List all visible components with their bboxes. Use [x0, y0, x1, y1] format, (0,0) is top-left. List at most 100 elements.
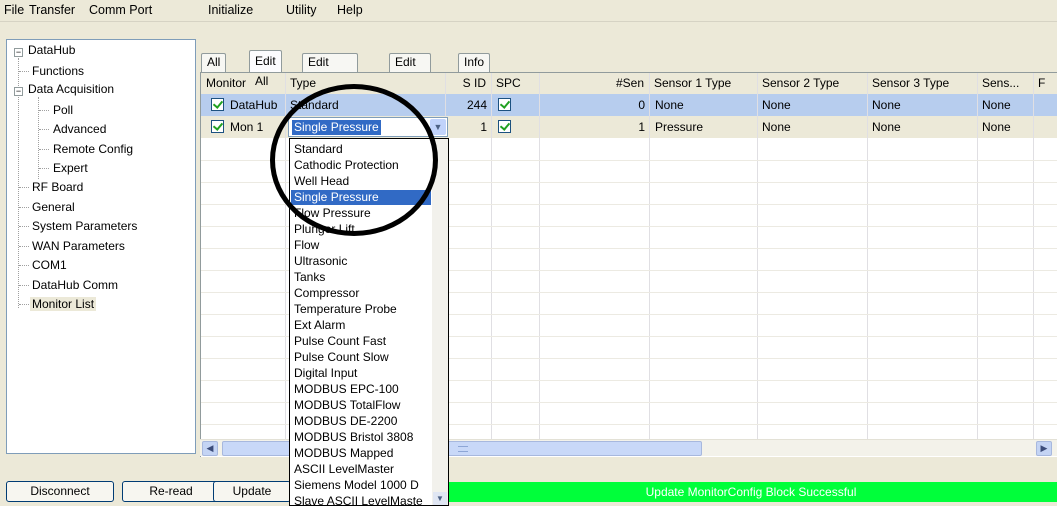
tab-edit-sensors[interactable]: Edit Sensors — [302, 53, 359, 86]
tree-connector — [39, 168, 49, 169]
column-divider — [649, 73, 650, 439]
tree-connector — [19, 304, 29, 305]
cell-sid[interactable]: 1 — [445, 116, 487, 138]
menu-file[interactable]: File — [4, 3, 24, 17]
column-divider — [539, 73, 540, 439]
cell-num-sensors[interactable]: 1 — [539, 116, 645, 138]
column-header-sid[interactable]: S ID — [445, 73, 491, 94]
tree-item-functions[interactable]: Functions — [32, 64, 84, 78]
scroll-left-icon[interactable]: ◀ — [202, 441, 218, 456]
menu-initialize[interactable]: Initialize — [208, 3, 253, 17]
menu-transfer[interactable]: Transfer — [29, 3, 75, 17]
navigation-tree[interactable]: − DataHub Functions − Data Acquisition P… — [6, 39, 196, 454]
menu-comm-port[interactable]: Comm Port — [89, 3, 152, 17]
tab-edit-all[interactable]: Edit All — [249, 50, 282, 88]
collapse-icon[interactable]: − — [14, 48, 23, 57]
update-button[interactable]: Update — [213, 481, 291, 502]
dropdown-option[interactable]: ASCII LevelMaster — [291, 462, 431, 477]
cell-sid[interactable]: 244 — [445, 94, 487, 116]
column-header-type[interactable]: Type — [285, 73, 445, 94]
dropdown-option[interactable]: Flow Pressure — [291, 206, 431, 221]
tree-connector — [19, 285, 29, 286]
dropdown-option[interactable]: Flow — [291, 238, 431, 253]
dropdown-option[interactable]: Pulse Count Fast — [291, 334, 431, 349]
spc-checkbox[interactable] — [498, 120, 511, 133]
cell-sensor4-type[interactable]: None — [982, 116, 1032, 138]
table-row[interactable]: DataHub Standard 244 0 None None None No… — [201, 94, 1057, 116]
spc-checkbox[interactable] — [498, 98, 511, 111]
column-header-sensor1-type[interactable]: Sensor 1 Type — [649, 73, 757, 94]
column-header-sensor3-type[interactable]: Sensor 3 Type — [867, 73, 977, 94]
cell-sensor1-type[interactable]: None — [655, 94, 755, 116]
tree-item-system-parameters[interactable]: System Parameters — [32, 219, 137, 233]
column-divider — [867, 73, 868, 439]
tree-item-wan-parameters[interactable]: WAN Parameters — [32, 239, 125, 253]
dropdown-option[interactable]: Well Head — [291, 174, 431, 189]
dropdown-option[interactable]: MODBUS Bristol 3808 — [291, 430, 431, 445]
dropdown-option[interactable]: Digital Input — [291, 366, 431, 381]
dropdown-option[interactable]: MODBUS TotalFlow — [291, 398, 431, 413]
tab-info[interactable]: Info — [458, 53, 491, 72]
status-message: Update MonitorConfig Block Successful — [445, 482, 1057, 502]
tree-connector — [39, 110, 49, 111]
cell-type[interactable]: Standard — [290, 94, 440, 116]
scroll-down-icon[interactable]: ▼ — [433, 492, 447, 505]
cell-sensor3-type[interactable]: None — [872, 94, 972, 116]
dropdown-scrollbar[interactable]: ▼ — [432, 139, 448, 505]
tab-all[interactable]: All — [201, 53, 227, 72]
dropdown-option[interactable]: Compressor — [291, 286, 431, 301]
tree-item-rf-board[interactable]: RF Board — [32, 180, 83, 194]
cell-sensor1-type[interactable]: Pressure — [655, 116, 755, 138]
disconnect-button[interactable]: Disconnect — [6, 481, 114, 502]
type-combobox[interactable]: Single Pressure ▼ — [288, 117, 448, 137]
column-header-monitor[interactable]: Monitor — [201, 73, 285, 94]
reread-button[interactable]: Re-read — [122, 481, 220, 502]
tree-item-general[interactable]: General — [32, 200, 75, 214]
column-header-num-sensors[interactable]: #Sen — [539, 73, 649, 94]
cell-sensor2-type[interactable]: None — [762, 94, 862, 116]
column-header-truncated[interactable]: F — [1033, 73, 1057, 94]
cell-sensor4-type[interactable]: None — [982, 94, 1032, 116]
cell-sensor3-type[interactable]: None — [872, 116, 972, 138]
column-divider — [491, 73, 492, 439]
dropdown-option[interactable]: Standard — [291, 142, 431, 157]
dropdown-option[interactable]: Plunger Lift — [291, 222, 431, 237]
monitor-checkbox[interactable] — [211, 98, 224, 111]
dropdown-option[interactable]: MODBUS DE-2200 — [291, 414, 431, 429]
chevron-down-icon[interactable]: ▼ — [430, 119, 446, 135]
tab-edit-other[interactable]: Edit Other — [389, 53, 432, 86]
dropdown-option[interactable]: Temperature Probe — [291, 302, 431, 317]
dropdown-option[interactable]: Ultrasonic — [291, 254, 431, 269]
collapse-icon[interactable]: − — [14, 87, 23, 96]
dropdown-option[interactable]: Cathodic Protection — [291, 158, 431, 173]
tree-item-expert[interactable]: Expert — [53, 161, 88, 175]
menu-help[interactable]: Help — [337, 3, 363, 17]
tree-item-advanced[interactable]: Advanced — [53, 122, 106, 136]
cell-sensor2-type[interactable]: None — [762, 116, 862, 138]
tree-item-datahub[interactable]: DataHub — [28, 43, 75, 57]
column-header-sensor2-type[interactable]: Sensor 2 Type — [757, 73, 867, 94]
scroll-right-icon[interactable]: ▶ — [1036, 441, 1052, 456]
type-dropdown-list[interactable]: Standard Cathodic Protection Well Head S… — [289, 138, 449, 506]
tree-item-com1[interactable]: COM1 — [32, 258, 67, 272]
dropdown-option[interactable]: Ext Alarm — [291, 318, 431, 333]
dropdown-option[interactable]: Tanks — [291, 270, 431, 285]
dropdown-option[interactable]: MODBUS Mapped — [291, 446, 431, 461]
dropdown-option[interactable]: Siemens Model 1000 D — [291, 478, 431, 493]
tree-item-remote-config[interactable]: Remote Config — [53, 142, 133, 156]
type-combobox-value[interactable]: Single Pressure — [292, 120, 381, 135]
tree-item-datahub-comm[interactable]: DataHub Comm — [32, 278, 118, 292]
tree-connector — [39, 149, 49, 150]
tree-item-data-acquisition[interactable]: Data Acquisition — [28, 82, 114, 96]
menu-utility[interactable]: Utility — [286, 3, 317, 17]
dropdown-option[interactable]: Slave ASCII LevelMaste — [291, 494, 431, 505]
column-header-spc[interactable]: SPC — [491, 73, 539, 94]
dropdown-option-selected[interactable]: Single Pressure — [291, 190, 431, 205]
cell-num-sensors[interactable]: 0 — [539, 94, 645, 116]
tree-item-poll[interactable]: Poll — [53, 103, 73, 117]
dropdown-option[interactable]: MODBUS EPC-100 — [291, 382, 431, 397]
monitor-checkbox[interactable] — [211, 120, 224, 133]
column-header-sensor4-type[interactable]: Sens... — [977, 73, 1033, 94]
dropdown-option[interactable]: Pulse Count Slow — [291, 350, 431, 365]
tree-item-monitor-list[interactable]: Monitor List — [30, 297, 97, 311]
